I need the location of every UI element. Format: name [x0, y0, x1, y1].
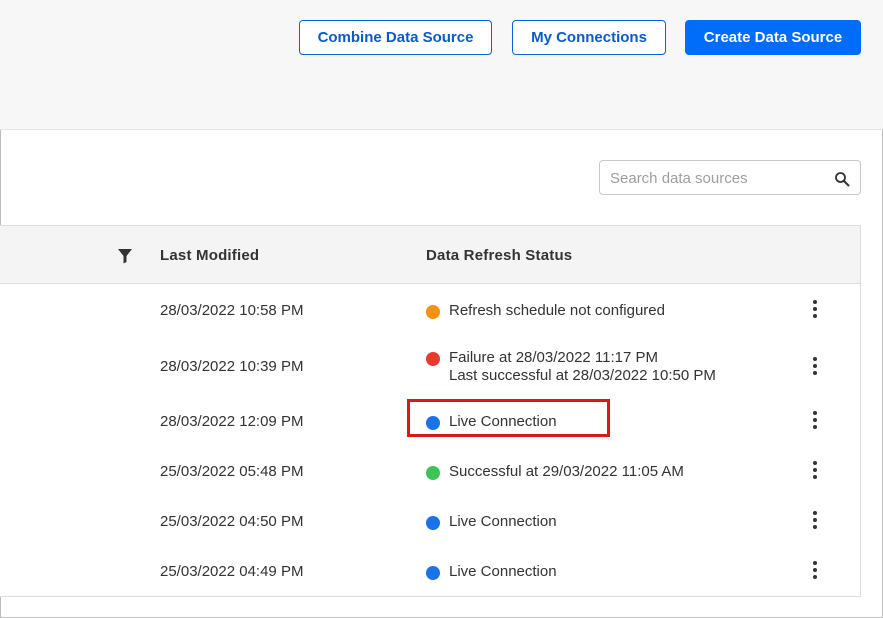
table-row[interactable]: 25/03/2022 05:48 PM Successful at 29/03/… [0, 446, 860, 496]
search-input[interactable] [610, 167, 830, 189]
last-modified-cell: 28/03/2022 10:58 PM [160, 302, 304, 319]
search-box [599, 160, 861, 195]
combine-data-source-button[interactable]: Combine Data Source [299, 20, 492, 55]
table-row[interactable]: 25/03/2022 04:49 PM Live Connection [0, 546, 860, 596]
row-more-options-icon[interactable] [808, 410, 822, 430]
my-connections-button[interactable]: My Connections [512, 20, 666, 55]
refresh-status-text: Failure at 28/03/2022 11:17 PM [449, 349, 659, 366]
refresh-status-text: Refresh schedule not configured [449, 302, 665, 319]
create-data-source-button[interactable]: Create Data Source [685, 20, 861, 55]
last-modified-cell: 28/03/2022 12:09 PM [160, 413, 304, 430]
last-successful-text: Last successful at 28/03/2022 10:50 PM [449, 367, 716, 384]
table-header: Last Modified Data Refresh Status [0, 226, 860, 284]
row-more-options-icon[interactable] [808, 560, 822, 580]
refresh-status-text: Live Connection [449, 413, 557, 430]
status-dot-icon [426, 466, 440, 480]
last-modified-cell: 25/03/2022 04:50 PM [160, 513, 304, 530]
status-dot-icon [426, 566, 440, 580]
refresh-status-text: Successful at 29/03/2022 11:05 AM [449, 463, 684, 480]
status-dot-icon [426, 305, 440, 319]
refresh-status-text: Live Connection [449, 513, 557, 530]
last-modified-cell: 28/03/2022 10:39 PM [160, 358, 304, 375]
row-more-options-icon[interactable] [808, 460, 822, 480]
table-row[interactable]: 28/03/2022 10:39 PM Failure at 28/03/202… [0, 334, 860, 392]
header-toolbar: Combine Data Source My Connections Creat… [0, 0, 883, 130]
column-header-last-modified[interactable]: Last Modified [160, 247, 259, 264]
status-dot-icon [426, 416, 440, 430]
table-row[interactable]: 25/03/2022 04:50 PM Live Connection [0, 496, 860, 546]
last-modified-cell: 25/03/2022 05:48 PM [160, 463, 304, 480]
table-row[interactable]: 28/03/2022 12:09 PM Live Connection [0, 396, 860, 446]
filter-icon[interactable] [117, 248, 133, 264]
column-header-refresh-status[interactable]: Data Refresh Status [426, 247, 572, 264]
row-more-options-icon[interactable] [808, 510, 822, 530]
table-row[interactable]: 28/03/2022 10:58 PM Refresh schedule not… [0, 284, 860, 334]
status-dot-icon [426, 516, 440, 530]
data-sources-table: Last Modified Data Refresh Status 28/03/… [0, 225, 861, 597]
last-modified-cell: 25/03/2022 04:49 PM [160, 563, 304, 580]
refresh-status-text: Live Connection [449, 563, 557, 580]
status-dot-icon [426, 352, 440, 366]
search-icon[interactable] [834, 171, 850, 187]
row-more-options-icon[interactable] [808, 356, 822, 376]
row-more-options-icon[interactable] [808, 299, 822, 319]
